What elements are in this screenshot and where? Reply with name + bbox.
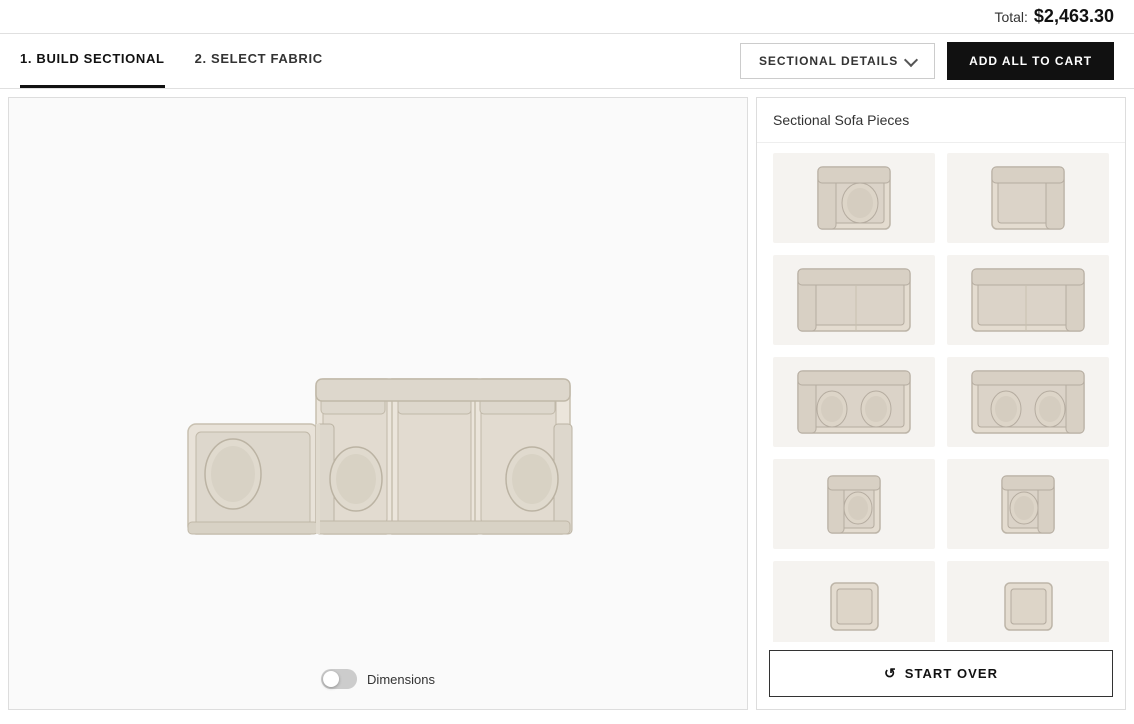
main-content: Dimensions Sectional Sofa Pieces [0, 89, 1134, 718]
pieces-grid [757, 143, 1125, 642]
piece-arm-small-right-icon [998, 472, 1058, 537]
piece-sofa-pillow-right-icon [968, 367, 1088, 437]
refresh-icon: ↺ [884, 665, 897, 682]
piece-corner-left[interactable] [773, 153, 935, 243]
start-over-button[interactable]: ↺ START OVER [769, 650, 1113, 697]
nav-actions: SECTIONAL DETAILS ADD ALL TO CART [740, 42, 1114, 80]
right-panel: Sectional Sofa Pieces [756, 97, 1126, 710]
dimensions-toggle-switch[interactable] [321, 669, 357, 689]
dimensions-toggle: Dimensions [321, 669, 435, 689]
nav-tabs: 1. BUILD SECTIONAL 2. SELECT FABRIC [20, 34, 323, 88]
panel-header: Sectional Sofa Pieces [757, 98, 1125, 143]
piece-sofa-pillow-left[interactable] [773, 357, 935, 447]
sofa-preview [9, 98, 747, 709]
piece-sofa-2-right[interactable] [947, 255, 1109, 345]
piece-arm-small-left[interactable] [773, 459, 935, 549]
piece-sofa-2-left-icon [794, 265, 914, 335]
piece-corner-left-icon [814, 163, 894, 233]
canvas-area: Dimensions [8, 97, 748, 710]
tab-build-sectional[interactable]: 1. BUILD SECTIONAL [20, 34, 165, 88]
toggle-knob [323, 671, 339, 687]
piece-ottoman-right[interactable] [947, 561, 1109, 642]
piece-ottoman-right-icon [1001, 579, 1056, 634]
sectional-details-button[interactable]: SECTIONAL DETAILS [740, 43, 935, 79]
chevron-down-icon [904, 52, 918, 66]
piece-ottoman-left[interactable] [773, 561, 935, 642]
total-label: Total: [994, 9, 1027, 25]
nav-bar: 1. BUILD SECTIONAL 2. SELECT FABRIC SECT… [0, 34, 1134, 89]
piece-sofa-2-left[interactable] [773, 255, 935, 345]
piece-arm-right-icon [988, 163, 1068, 233]
sofa-svg [138, 259, 618, 549]
dimensions-label: Dimensions [367, 672, 435, 687]
piece-sofa-pillow-left-icon [794, 367, 914, 437]
top-bar: Total: $2,463.30 [0, 0, 1134, 34]
piece-arm-small-left-icon [824, 472, 884, 537]
piece-ottoman-left-icon [827, 579, 882, 634]
piece-sofa-pillow-right[interactable] [947, 357, 1109, 447]
piece-arm-right[interactable] [947, 153, 1109, 243]
piece-arm-small-right[interactable] [947, 459, 1109, 549]
tab-select-fabric[interactable]: 2. SELECT FABRIC [195, 34, 323, 88]
piece-sofa-2-right-icon [968, 265, 1088, 335]
total-price: $2,463.30 [1034, 6, 1114, 27]
add-all-to-cart-button[interactable]: ADD ALL TO CART [947, 42, 1114, 80]
